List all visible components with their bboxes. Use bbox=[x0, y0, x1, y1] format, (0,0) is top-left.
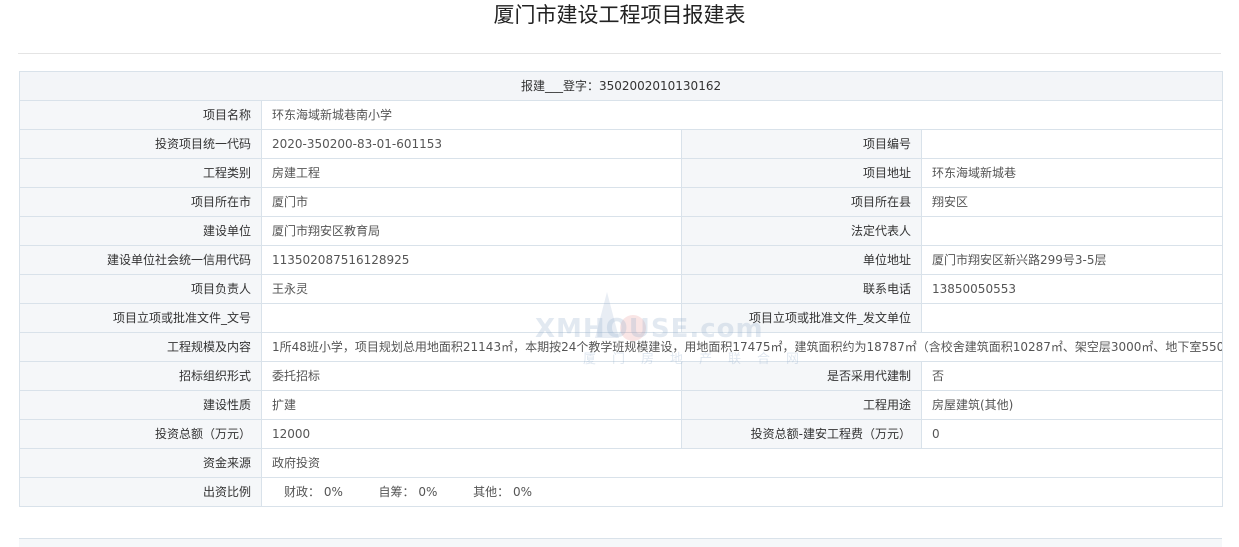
registration-number: 报建___登字：3502002010130162 bbox=[18, 71, 1224, 101]
title-divider bbox=[18, 53, 1221, 54]
install-fee-value: 0 bbox=[920, 419, 1224, 449]
city-value: 厦门市 bbox=[261, 187, 682, 217]
project-no-label: 项目编号 bbox=[681, 129, 922, 159]
credit-code-label: 建设单位社会统一信用代码 bbox=[19, 245, 262, 275]
table-row: 项目立项或批准文件_文号 项目立项或批准文件_发文单位 bbox=[19, 303, 1224, 333]
credit-code-value: 113502087516128925 bbox=[261, 245, 682, 275]
install-fee-label: 投资总额-建安工程费（万元） bbox=[681, 419, 922, 449]
other-ratio-value: 0% bbox=[512, 485, 532, 499]
county-label: 项目所在县 bbox=[681, 187, 922, 217]
county-value: 翔安区 bbox=[920, 187, 1224, 217]
nature-value: 扩建 bbox=[261, 390, 682, 420]
usage-label: 工程用途 bbox=[681, 390, 922, 420]
category-value: 房建工程 bbox=[261, 158, 682, 188]
table-row: 工程规模及内容 1所48班小学，项目规划总用地面积21143㎡，本期按24个教学… bbox=[19, 332, 1224, 362]
phone-value: 13850050553 bbox=[920, 274, 1224, 304]
unit-address-value: 厦门市翔安区新兴路299号3-5层 bbox=[920, 245, 1224, 275]
scale-value: 1所48班小学，项目规划总用地面积21143㎡，本期按24个教学班规模建设，用地… bbox=[260, 332, 1224, 362]
nature-label: 建设性质 bbox=[19, 390, 262, 420]
fund-source-value: 政府投资 bbox=[260, 448, 1224, 478]
self-ratio-value: 0% bbox=[418, 485, 438, 499]
legal-rep-value bbox=[920, 216, 1224, 246]
unit-address-label: 单位地址 bbox=[681, 245, 922, 275]
page-title: 厦门市建设工程项目报建表 bbox=[493, 3, 746, 27]
agent-build-value: 否 bbox=[920, 361, 1224, 391]
ratio-value: 财政： 0% 自筹： 0% 其他： 0% bbox=[260, 477, 1224, 507]
table-row: 投资总额（万元） 12000 投资总额-建安工程费（万元） 0 bbox=[19, 419, 1224, 449]
table-header-row: 报建___登字：3502002010130162 bbox=[18, 71, 1224, 101]
table-row: 建设单位 厦门市翔安区教育局 法定代表人 bbox=[19, 216, 1224, 246]
project-no-value bbox=[920, 129, 1224, 159]
builder-label: 建设单位 bbox=[19, 216, 262, 246]
investment-value: 12000 bbox=[261, 419, 682, 449]
bidding-label: 招标组织形式 bbox=[19, 361, 262, 391]
project-name-label: 项目名称 bbox=[19, 100, 262, 130]
builder-value: 厦门市翔安区教育局 bbox=[261, 216, 682, 246]
invest-code-value: 2020-350200-83-01-601153 bbox=[261, 129, 682, 159]
legal-rep-label: 法定代表人 bbox=[681, 216, 922, 246]
table-row: 工程类别 房建工程 项目地址 环东海域新城巷 bbox=[19, 158, 1224, 188]
scale-label: 工程规模及内容 bbox=[19, 332, 262, 362]
finance-ratio-label: 财政： bbox=[284, 485, 321, 499]
approval-doc-label: 项目立项或批准文件_文号 bbox=[19, 303, 262, 333]
project-name-value: 环东海域新城巷南小学 bbox=[260, 100, 1224, 130]
fund-source-label: 资金来源 bbox=[19, 448, 262, 478]
invest-code-label: 投资项目统一代码 bbox=[19, 129, 262, 159]
approval-unit-value bbox=[920, 303, 1224, 333]
table-row: 项目名称 环东海域新城巷南小学 bbox=[19, 100, 1224, 130]
agent-build-label: 是否采用代建制 bbox=[681, 361, 922, 391]
investment-label: 投资总额（万元） bbox=[19, 419, 262, 449]
bidding-value: 委托招标 bbox=[261, 361, 682, 391]
usage-value: 房屋建筑(其他) bbox=[920, 390, 1224, 420]
city-label: 项目所在市 bbox=[19, 187, 262, 217]
manager-value: 王永灵 bbox=[261, 274, 682, 304]
table-row: 投资项目统一代码 2020-350200-83-01-601153 项目编号 bbox=[19, 129, 1224, 159]
address-label: 项目地址 bbox=[681, 158, 922, 188]
manager-label: 项目负责人 bbox=[19, 274, 262, 304]
other-ratio-label: 其他： bbox=[473, 485, 510, 499]
table-row: 项目所在市 厦门市 项目所在县 翔安区 bbox=[19, 187, 1224, 217]
ratio-label: 出资比例 bbox=[19, 477, 262, 507]
phone-label: 联系电话 bbox=[681, 274, 922, 304]
table-row: 出资比例 财政： 0% 自筹： 0% 其他： 0% bbox=[19, 477, 1224, 507]
address-value: 环东海域新城巷 bbox=[920, 158, 1224, 188]
category-label: 工程类别 bbox=[19, 158, 262, 188]
table-row: 资金来源 政府投资 bbox=[19, 448, 1224, 478]
approval-doc-value bbox=[261, 303, 682, 333]
self-ratio-label: 自筹： bbox=[378, 485, 415, 499]
table-row: 建设性质 扩建 工程用途 房屋建筑(其他) bbox=[19, 390, 1224, 420]
table-row: 招标组织形式 委托招标 是否采用代建制 否 bbox=[19, 361, 1224, 391]
approval-unit-label: 项目立项或批准文件_发文单位 bbox=[681, 303, 922, 333]
project-registration-table: 报建___登字：3502002010130162 项目名称 环东海域新城巷南小学… bbox=[18, 71, 1224, 507]
table-row: 项目负责人 王永灵 联系电话 13850050553 bbox=[19, 274, 1224, 304]
table-row: 建设单位社会统一信用代码 113502087516128925 单位地址 厦门市… bbox=[19, 245, 1224, 275]
finance-ratio-value: 0% bbox=[323, 485, 343, 499]
